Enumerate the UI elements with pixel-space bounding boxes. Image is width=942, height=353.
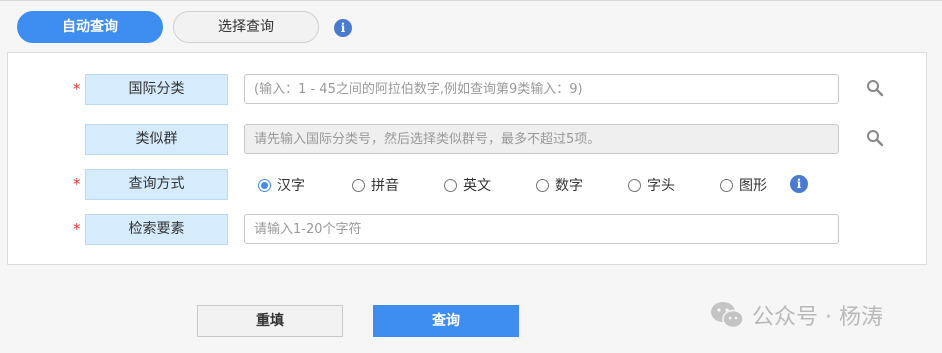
search-icon[interactable]: [866, 79, 884, 97]
radio-label: 拼音: [371, 178, 399, 194]
radio-graphic[interactable]: 图形: [720, 176, 767, 194]
watermark-text: 公众号 · 杨涛: [752, 305, 883, 330]
intl-class-label: 国际分类: [85, 74, 228, 105]
similar-group-input[interactable]: [244, 124, 839, 154]
required-mark: *: [73, 175, 81, 193]
radio-circle-checked[interactable]: [258, 178, 271, 192]
required-mark: *: [73, 80, 81, 98]
top-divider: [0, 0, 942, 1]
radio-circle[interactable]: [352, 178, 365, 192]
query-method-label: 查询方式: [85, 169, 228, 200]
tab-select-query[interactable]: 选择查询: [173, 11, 319, 43]
radio-circle[interactable]: [444, 178, 457, 192]
radio-label: 汉字: [277, 178, 305, 194]
radio-label: 英文: [463, 178, 491, 194]
radio-number[interactable]: 数字: [536, 176, 583, 194]
info-icon[interactable]: i: [334, 19, 352, 37]
similar-group-label: 类似群: [85, 124, 228, 155]
watermark: 公众号 · 杨涛: [710, 298, 883, 332]
radio-hanzi[interactable]: 汉字: [258, 176, 305, 194]
wechat-logo-icon: [711, 302, 744, 329]
search-element-label: 检索要素: [85, 214, 228, 245]
radio-label: 图形: [739, 178, 767, 194]
radio-english[interactable]: 英文: [444, 176, 491, 194]
info-icon[interactable]: i: [790, 175, 808, 193]
radio-circle[interactable]: [536, 178, 549, 192]
search-icon[interactable]: [866, 129, 884, 147]
radio-label: 字头: [647, 178, 675, 194]
intl-class-input[interactable]: [244, 74, 839, 104]
radio-pinyin[interactable]: 拼音: [352, 176, 399, 194]
radio-initials[interactable]: 字头: [628, 176, 675, 194]
radio-label: 数字: [555, 178, 583, 194]
tab-auto-query[interactable]: 自动查询: [17, 11, 163, 43]
radio-circle[interactable]: [720, 178, 733, 192]
query-button[interactable]: 查询: [373, 305, 519, 337]
required-mark: *: [73, 220, 81, 238]
search-element-input[interactable]: [244, 214, 839, 244]
reset-button[interactable]: 重填: [197, 305, 343, 337]
radio-circle[interactable]: [628, 178, 641, 192]
